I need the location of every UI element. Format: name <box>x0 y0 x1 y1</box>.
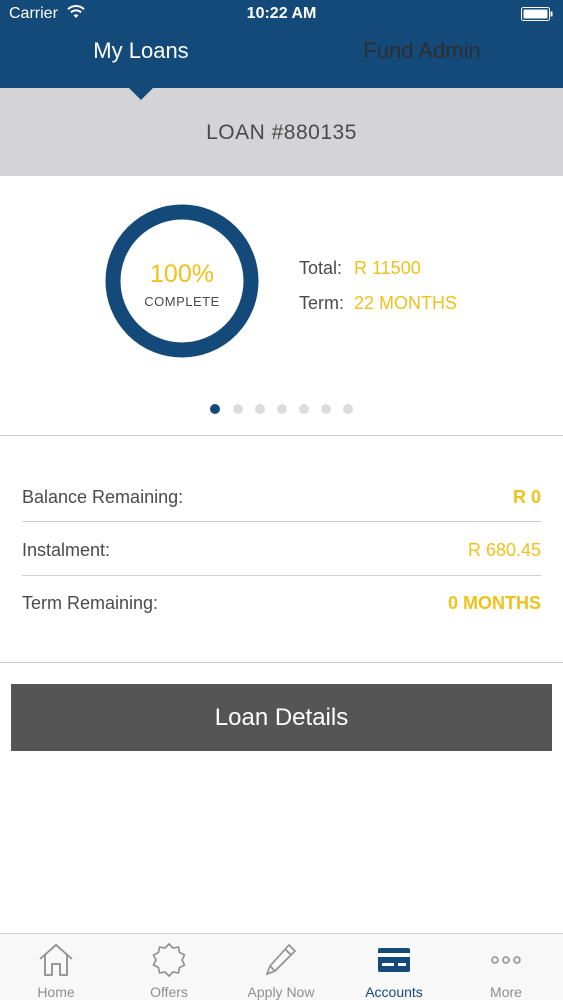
tabbar-label: Apply Now <box>247 984 315 1000</box>
tabbar-label: More <box>490 984 522 1000</box>
section-divider <box>0 435 563 436</box>
term-remaining-label: Term Remaining: <box>22 593 159 613</box>
card-icon <box>378 948 410 972</box>
page-dot[interactable] <box>321 404 331 414</box>
status-bar: Carrier 10:22 AM <box>0 0 563 30</box>
home-icon <box>39 943 73 976</box>
balance-remaining-label: Balance Remaining: <box>22 487 184 507</box>
tabbar-item-accounts[interactable]: Accounts <box>338 934 450 1000</box>
balance-remaining-value: R 0 <box>512 487 541 507</box>
tabbar-label: Offers <box>150 984 188 1000</box>
offers-badge-icon <box>152 942 186 978</box>
total-label: Total: <box>299 258 343 278</box>
page-dot[interactable] <box>233 404 243 414</box>
loan-details-button[interactable]: Loan Details <box>11 684 552 751</box>
tabbar-item-offers[interactable]: Offers <box>113 934 225 1000</box>
tabbar-item-home[interactable]: Home <box>0 934 112 1000</box>
term-remaining-value: 0 MONTHS <box>447 593 541 613</box>
bottom-tab-bar: Home Offers Apply Now Accounts More <box>0 933 563 1000</box>
loan-number-title: LOAN #880135 <box>206 121 357 144</box>
more-dots-icon <box>491 956 521 964</box>
term-label: Term: <box>299 293 344 313</box>
instalment-value: R 680.45 <box>467 540 541 560</box>
page-dot[interactable] <box>277 404 287 414</box>
app-header: Carrier 10:22 AM My Loans Fund Admin <box>0 0 563 88</box>
progress-percent: 100% <box>150 260 214 288</box>
instalment-label: Instalment: <box>22 540 111 560</box>
tab-my-loans[interactable]: My Loans <box>41 38 241 68</box>
progress-label: COMPLETE <box>144 294 220 309</box>
battery-icon <box>521 7 553 21</box>
status-time: 10:22 AM <box>246 5 317 22</box>
tabbar-label: Home <box>37 984 75 1000</box>
tabbar-item-apply-now[interactable]: Apply Now <box>225 934 337 1000</box>
tab-fund-admin[interactable]: Fund Admin <box>322 38 522 68</box>
page-dot[interactable] <box>210 404 220 414</box>
page-dot[interactable] <box>343 404 353 414</box>
selected-tab-indicator <box>127 86 155 100</box>
term-value: 22 MONTHS <box>354 293 458 313</box>
tabbar-item-more[interactable]: More <box>450 934 562 1000</box>
total-value: R 11500 <box>354 258 421 278</box>
section-divider <box>0 662 563 663</box>
tabbar-label: Accounts <box>365 984 423 1000</box>
row-divider <box>22 521 541 522</box>
page-dot[interactable] <box>255 404 265 414</box>
row-divider <box>22 575 541 576</box>
pencil-icon <box>265 943 297 976</box>
page-dot[interactable] <box>299 404 309 414</box>
